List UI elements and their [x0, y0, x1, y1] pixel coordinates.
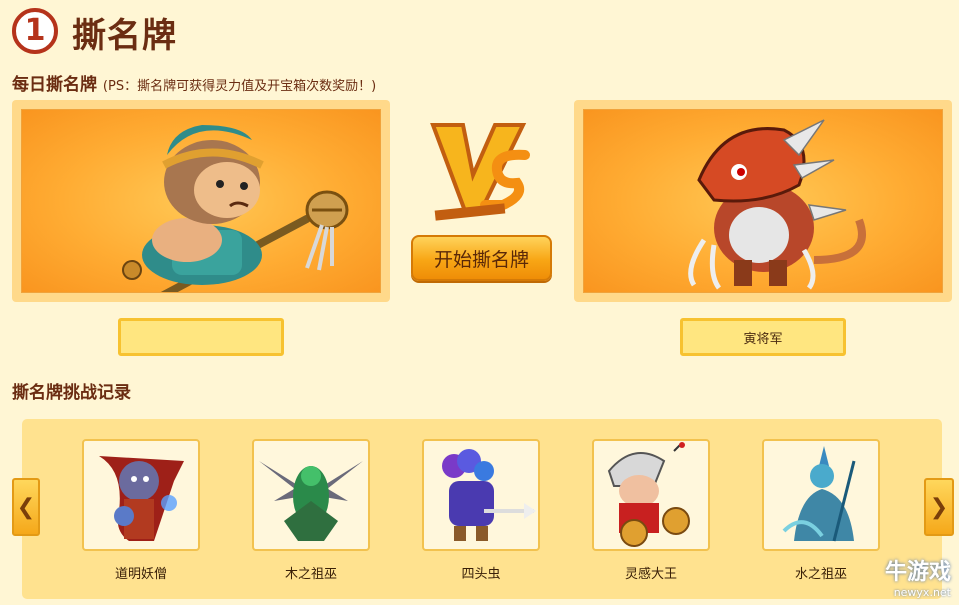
start-tear-button[interactable]: 开始撕名牌: [411, 235, 552, 281]
record-portrait[interactable]: [82, 439, 200, 551]
record-portrait[interactable]: [422, 439, 540, 551]
step-number-badge: 1: [12, 8, 58, 54]
record-name: 道明妖僧: [114, 567, 167, 582]
record-character-icon: [99, 456, 184, 541]
player-name-box: [118, 318, 284, 356]
daily-title: 每日撕名牌: [12, 75, 97, 95]
record-character-icon: [259, 461, 363, 541]
versus-emblem: VS: [425, 115, 537, 225]
watermark-logo-text: 牛游戏: [884, 560, 951, 585]
opponent-card: [574, 100, 952, 302]
opponent-name-box: 寅将军: [680, 318, 846, 356]
record-portrait[interactable]: [252, 439, 370, 551]
opponent-character-image: [688, 119, 866, 290]
record-name: 水之祖巫: [794, 567, 847, 582]
record-portrait[interactable]: [762, 439, 880, 551]
record-name: 木之祖巫: [284, 567, 337, 582]
record-name: 灵感大王: [624, 567, 677, 582]
watermark-url: newyx.net: [893, 586, 951, 599]
records-next-arrow[interactable]: ❯: [924, 478, 954, 536]
records-prev-arrow[interactable]: ❮: [12, 478, 40, 536]
player-card: [12, 100, 390, 314]
site-watermark: 牛游戏 newyx.net: [885, 554, 951, 599]
record-portrait[interactable]: [592, 439, 710, 551]
opponent-card-stage: [583, 109, 943, 293]
daily-note: (PS：撕名牌可获得灵力值及开宝箱次数奖励！): [102, 79, 377, 94]
record-character-icon: [442, 449, 536, 541]
player-character-image: [122, 125, 349, 314]
step-number: 1: [24, 13, 46, 48]
record-character-icon: [607, 442, 690, 547]
records-section-title: 撕名牌挑战记录: [12, 383, 131, 403]
record-character-icon: [782, 446, 856, 542]
page-title: 撕名牌: [72, 16, 177, 56]
daily-section-title: 每日撕名牌 (PS：撕名牌可获得灵力值及开宝箱次数奖励！): [12, 70, 376, 95]
record-name: 四头虫: [461, 567, 501, 582]
player-card-stage: [21, 109, 381, 314]
